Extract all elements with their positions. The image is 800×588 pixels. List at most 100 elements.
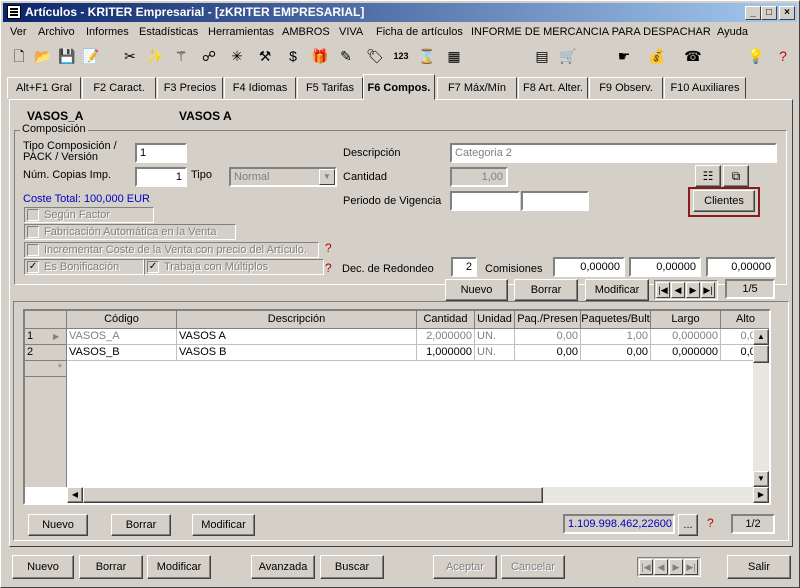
first-record-icon[interactable]: |◀	[639, 559, 653, 575]
scroll-up-icon[interactable]: ▲	[753, 329, 769, 345]
save-icon[interactable]: 💾	[57, 46, 77, 66]
row-header[interactable]: 2	[25, 345, 67, 361]
horizontal-scrollbar[interactable]: ◀ ▶	[67, 487, 769, 503]
open-folder-icon[interactable]: 📂	[33, 46, 53, 66]
last-record-icon[interactable]: ▶|	[684, 559, 698, 575]
tab-idiomas[interactable]: F4 Idiomas	[224, 77, 296, 99]
bulb-icon[interactable]: 💡	[746, 46, 766, 66]
cantidad-input[interactable]: 1,00	[450, 167, 508, 187]
tab-observ[interactable]: F9 Observ.	[589, 77, 663, 99]
segun-factor-checkbox[interactable]: Según Factor	[24, 207, 154, 223]
redondeo-input[interactable]: 2	[451, 257, 477, 277]
periodo-to-input[interactable]	[521, 191, 589, 211]
menu-herramientas[interactable]: Herramientas	[208, 26, 274, 38]
tab-precios[interactable]: F3 Precios	[157, 77, 223, 99]
grid-modificar-button[interactable]: Modificar	[192, 514, 255, 536]
tab-compos[interactable]: F6 Compos.	[363, 74, 435, 100]
scroll-down-icon[interactable]: ▼	[753, 471, 769, 487]
dollar-icon[interactable]: $	[283, 46, 303, 66]
pencil-icon[interactable]: ✎	[336, 46, 356, 66]
hourglass-icon[interactable]: ⌛	[417, 46, 437, 66]
col-codigo[interactable]: Código	[67, 311, 177, 329]
hscroll-thumb[interactable]	[83, 487, 543, 503]
descripcion-input[interactable]: Categoria 2	[450, 143, 777, 163]
modificar-button[interactable]: Modificar	[147, 555, 211, 579]
wand-icon[interactable]: ✨	[145, 46, 165, 66]
menu-informe-mercancia[interactable]: INFORME DE MERCANCIA PARA DESPACHAR	[471, 26, 711, 38]
copias-input[interactable]: 1	[135, 167, 187, 187]
tab-maxmin[interactable]: F7 Máx/Mín	[437, 77, 517, 99]
next-record-icon[interactable]: ▶	[686, 282, 700, 298]
tab-tarifas[interactable]: F5 Tarifas	[297, 77, 363, 99]
comp-nuevo-button[interactable]: Nuevo	[445, 279, 508, 301]
table-cell[interactable]: 1,000000	[417, 345, 475, 361]
prev-record-icon[interactable]: ◀	[671, 282, 685, 298]
table-cell[interactable]: VASOS A	[177, 329, 417, 345]
table-cell[interactable]: UN.	[475, 345, 515, 361]
menu-archivo[interactable]: Archivo	[38, 26, 75, 38]
trabaja-multiplos-checkbox[interactable]: ✓ Trabaja con Múltiplos	[144, 259, 324, 275]
borrar-button[interactable]: Borrar	[79, 555, 143, 579]
cancelar-button[interactable]: Cancelar	[501, 555, 565, 579]
comision-2-input[interactable]: 0,00000	[629, 257, 701, 277]
fabricacion-automatica-checkbox[interactable]: Fabricación Automática en la Venta	[24, 224, 236, 240]
minimize-button[interactable]: _	[745, 6, 761, 20]
tree-icon[interactable]: ⚚	[171, 46, 191, 66]
salir-button[interactable]: Salir	[727, 555, 791, 579]
next-record-icon[interactable]: ▶	[669, 559, 683, 575]
col-alto[interactable]: Alto	[721, 311, 769, 329]
calculator-icon[interactable]: ▦	[444, 46, 464, 66]
help-icon-incrementar[interactable]: ?	[325, 241, 332, 255]
hand-icon[interactable]: ☛	[614, 46, 634, 66]
nuevo-button[interactable]: Nuevo	[12, 555, 74, 579]
table-cell[interactable]: VASOS_B	[67, 345, 177, 361]
menu-estadisticas[interactable]: Estadísticas	[139, 26, 198, 38]
table-cell[interactable]: VASOS B	[177, 345, 417, 361]
grid-ellipsis-button[interactable]: ...	[678, 514, 698, 536]
table-cell[interactable]: 0,00	[515, 345, 581, 361]
aceptar-button[interactable]: Aceptar	[433, 555, 497, 579]
maximize-button[interactable]: □	[761, 6, 777, 20]
table-cell[interactable]: 0,000000	[651, 345, 721, 361]
menu-viva[interactable]: VIVA	[339, 26, 363, 38]
table-cell[interactable]: 1,00	[581, 329, 651, 345]
copy-icon[interactable]: ⧉	[723, 165, 749, 187]
tipo-composicion-input[interactable]: 1	[135, 143, 187, 163]
col-paq[interactable]: Paq./Presen	[515, 311, 581, 329]
col-paquetes[interactable]: Paquetes/Bult	[581, 311, 651, 329]
table-cell[interactable]: 0,00	[515, 329, 581, 345]
incrementar-coste-checkbox[interactable]: Incrementar Coste de la Venta con precio…	[24, 242, 319, 258]
table-cell[interactable]: VASOS_A	[67, 329, 177, 345]
col-unidad[interactable]: Unidad	[475, 311, 515, 329]
menu-ficha-articulos[interactable]: Ficha de artículos	[376, 26, 463, 38]
col-cantidad[interactable]: Cantidad	[417, 311, 475, 329]
menu-ver[interactable]: Ver	[10, 26, 27, 38]
scroll-right-icon[interactable]: ▶	[753, 487, 769, 503]
notes-icon[interactable]: 📝	[81, 46, 101, 66]
scroll-left-icon[interactable]: ◀	[67, 487, 83, 503]
avanzada-button[interactable]: Avanzada	[251, 555, 315, 579]
tab-caract[interactable]: F2 Caract.	[82, 77, 156, 99]
phone-icon[interactable]: ☎	[683, 46, 703, 66]
col-largo[interactable]: Largo	[651, 311, 721, 329]
scroll-thumb[interactable]	[753, 345, 769, 363]
comision-3-input[interactable]: 0,00000	[706, 257, 776, 277]
table-cell[interactable]: UN.	[475, 329, 515, 345]
clientes-button[interactable]: Clientes	[693, 190, 755, 212]
chevron-down-icon[interactable]: ▼	[319, 169, 335, 185]
menu-ambros[interactable]: AMBROS	[282, 26, 330, 38]
menu-informes[interactable]: Informes	[86, 26, 129, 38]
comp-borrar-button[interactable]: Borrar	[514, 279, 578, 301]
cart-icon[interactable]: 🛒	[558, 46, 578, 66]
tab-art-alter[interactable]: F8 Art. Alter.	[518, 77, 588, 99]
scissors-icon[interactable]: ✂	[120, 46, 140, 66]
vertical-scrollbar[interactable]: ▲ ▼	[753, 329, 769, 487]
gift-icon[interactable]: 🎁	[310, 46, 330, 66]
molecule-icon[interactable]: ✳	[227, 46, 247, 66]
grid-nuevo-button[interactable]: Nuevo	[28, 514, 88, 536]
calculator-icon-2[interactable]: ▤	[532, 46, 552, 66]
buscar-button[interactable]: Buscar	[320, 555, 384, 579]
table-cell[interactable]: 0,00	[581, 345, 651, 361]
table-cell[interactable]: 0,000000	[651, 329, 721, 345]
row-header[interactable]: 1 ▶	[25, 329, 67, 345]
